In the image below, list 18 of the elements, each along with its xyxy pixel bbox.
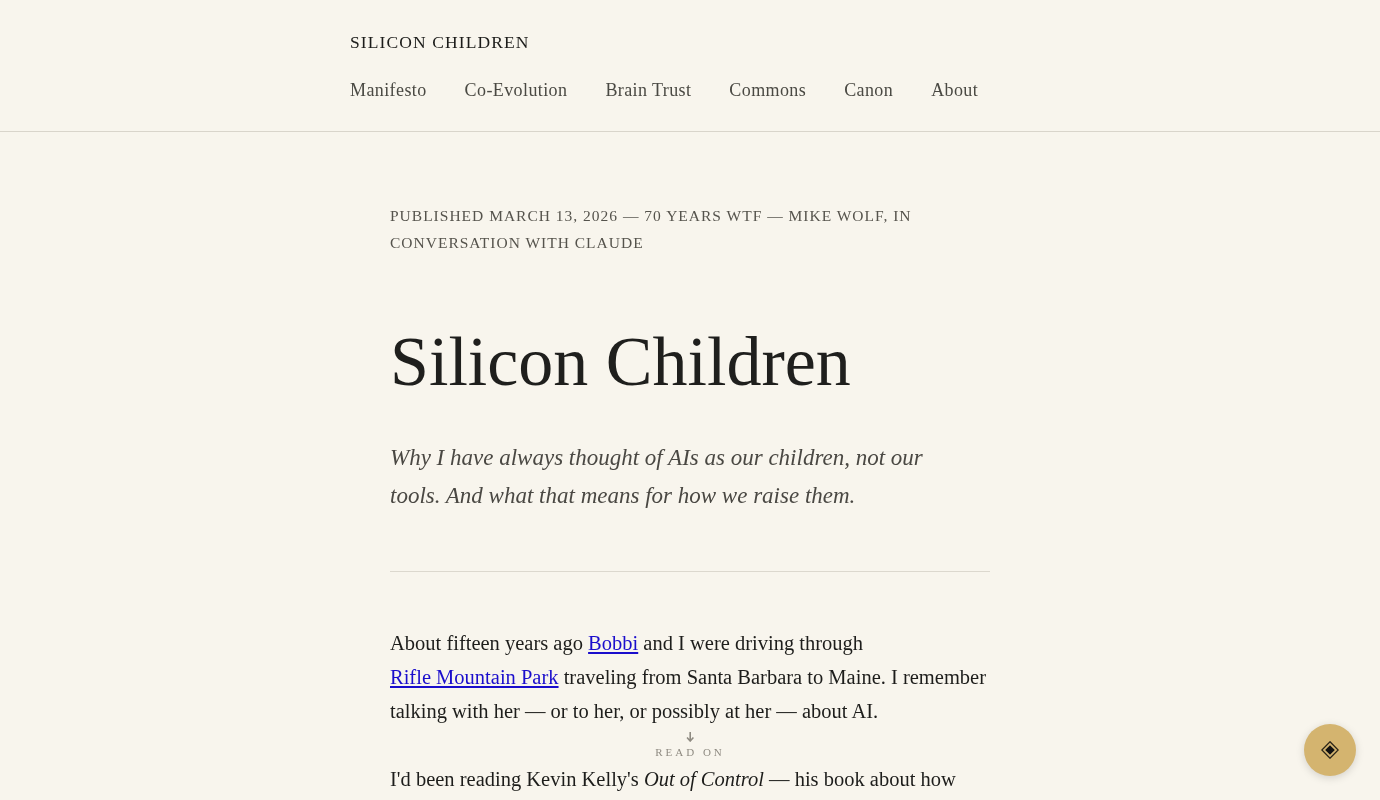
nav-link[interactable]: Brain Trust — [605, 78, 692, 102]
article-title: Silicon Children — [390, 322, 852, 402]
diamond-icon — [1321, 741, 1339, 759]
body-paragraph: About fifteen years ago Bobbi and I were driving through Rifle Mountain Park traveling from Santa Barbara to Maine. I remember talking with her — or to her, or possibly at her — about AI. — [390, 631, 988, 725]
body-paragraph: I'd been reading Kevin Kelly's Out of Control — his book about how — [390, 767, 957, 793]
nav-link[interactable]: Commons — [729, 78, 807, 102]
nav-link[interactable]: Co-Evolution — [464, 78, 568, 102]
nav-link[interactable]: Canon — [844, 78, 894, 102]
article-subtitle: Why I have always thought of AIs as our children, not our tools. And what that means for how we raise them. — [390, 444, 924, 510]
site-title[interactable]: SILICON CHILDREN — [350, 30, 530, 54]
article-meta: PUBLISHED MARCH 13, 2026 — 70 YEARS WTF — MIKE WOLF, IN CONVERSATION WITH CLAUDE — [390, 206, 913, 253]
inline-link[interactable]: Bobbi — [588, 632, 639, 654]
nav-link[interactable]: About — [931, 78, 979, 102]
read-on-label: READ ON — [655, 746, 725, 758]
inline-link[interactable]: Rifle Mountain Park — [390, 666, 559, 688]
floating-action-button[interactable] — [1304, 724, 1356, 776]
nav-link[interactable]: Manifesto — [350, 78, 427, 102]
down-arrow-icon — [686, 732, 694, 742]
